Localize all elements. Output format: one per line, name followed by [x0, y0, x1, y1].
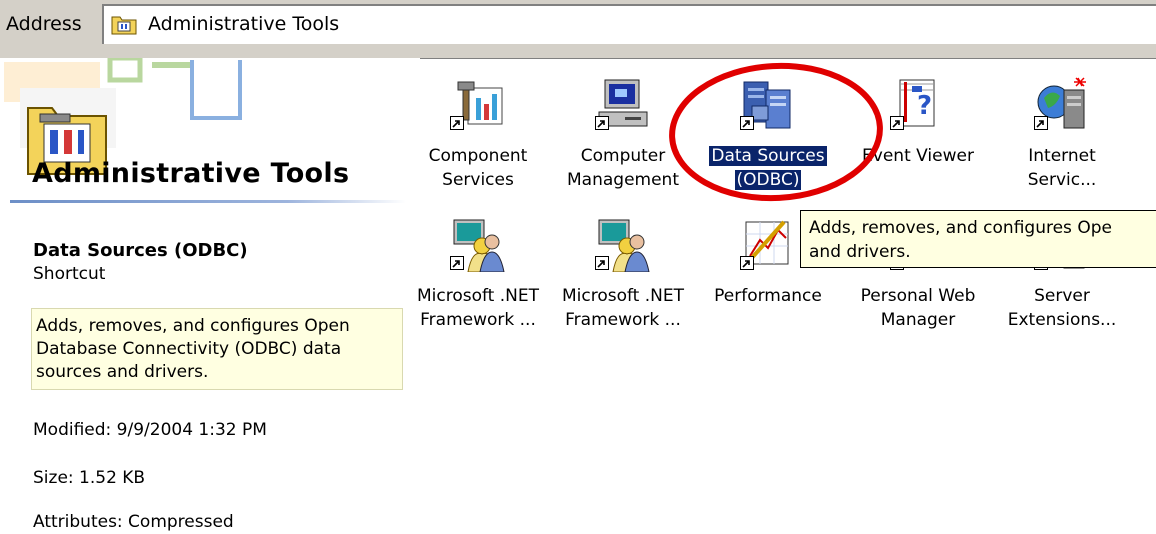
dotnet-framework-icon [595, 216, 651, 272]
address-label: Address [6, 13, 82, 35]
selected-item-modified: Modified: 9/9/2004 1:32 PM [33, 420, 267, 440]
tooltip-line-2: and drivers. [809, 242, 911, 262]
tooltip-line-1: Adds, removes, and configures Ope [809, 218, 1112, 238]
item-label: Performance [714, 286, 822, 306]
selected-item-attributes: Attributes: Compressed [33, 512, 234, 532]
event-viewer-icon [890, 76, 946, 130]
address-value: Administrative Tools [148, 13, 340, 35]
item-label: Server Extensions... [1007, 286, 1117, 330]
item-label: Microsoft .NET Framework ... [561, 286, 684, 330]
tooltip: Adds, removes, and configures Ope and dr… [800, 210, 1156, 268]
selected-item-size: Size: 1.52 KB [33, 468, 146, 488]
item-label: Component Services [428, 146, 528, 190]
item-label: Microsoft .NET Framework ... [416, 286, 539, 330]
folder-tools-icon [111, 16, 137, 35]
performance-icon [740, 216, 796, 270]
selected-item-description: Adds, removes, and configures Open Datab… [31, 308, 403, 390]
selected-item-name: Data Sources (ODBC) [33, 240, 248, 261]
component-services-icon [450, 76, 506, 130]
address-field[interactable]: Administrative Tools [102, 4, 1156, 44]
item-label: Internet Servic... [1027, 146, 1097, 190]
dotnet-framework-icon [450, 216, 506, 272]
address-bar: Address Administrative Tools [0, 0, 1156, 59]
annotation-circle [669, 62, 883, 202]
title-divider [10, 200, 406, 203]
folder-title: Administrative Tools [32, 158, 350, 189]
item-label: Personal Web Manager [860, 286, 976, 330]
selected-item-type: Shortcut [33, 264, 106, 284]
computer-management-icon [595, 76, 651, 130]
internet-services-icon [1034, 76, 1090, 130]
